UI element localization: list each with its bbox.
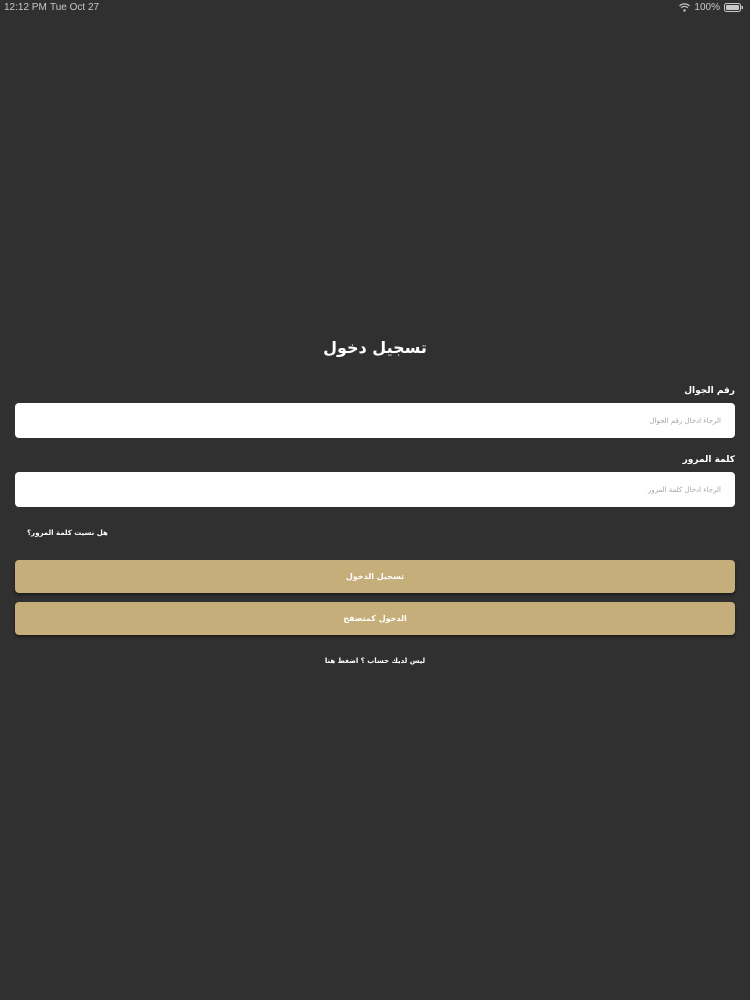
login-button[interactable]: تسجيل الدخول — [15, 560, 735, 593]
password-input[interactable] — [15, 472, 735, 507]
signup-link[interactable]: ليس لديك حساب ؟ اضغط هنا — [0, 657, 750, 665]
phone-label: رقم الجوال — [684, 386, 735, 396]
battery-icon — [724, 3, 744, 12]
phone-input[interactable] — [15, 403, 735, 438]
status-bar: 12:12 PM Tue Oct 27 100% — [0, 0, 750, 16]
wifi-icon — [679, 3, 691, 12]
status-time: 12:12 PM — [4, 2, 47, 13]
password-label: كلمة المرور — [682, 455, 735, 465]
page-title: تسجيل دخول — [323, 338, 427, 357]
guest-login-button[interactable]: الدخول كمتصفح — [15, 602, 735, 635]
status-date: Tue Oct 27 — [50, 2, 100, 13]
forgot-password-link[interactable]: هل نسيت كلمة المرور؟ — [27, 529, 108, 537]
battery-percentage: 100% — [694, 2, 720, 13]
status-indicators: 100% — [679, 2, 744, 13]
